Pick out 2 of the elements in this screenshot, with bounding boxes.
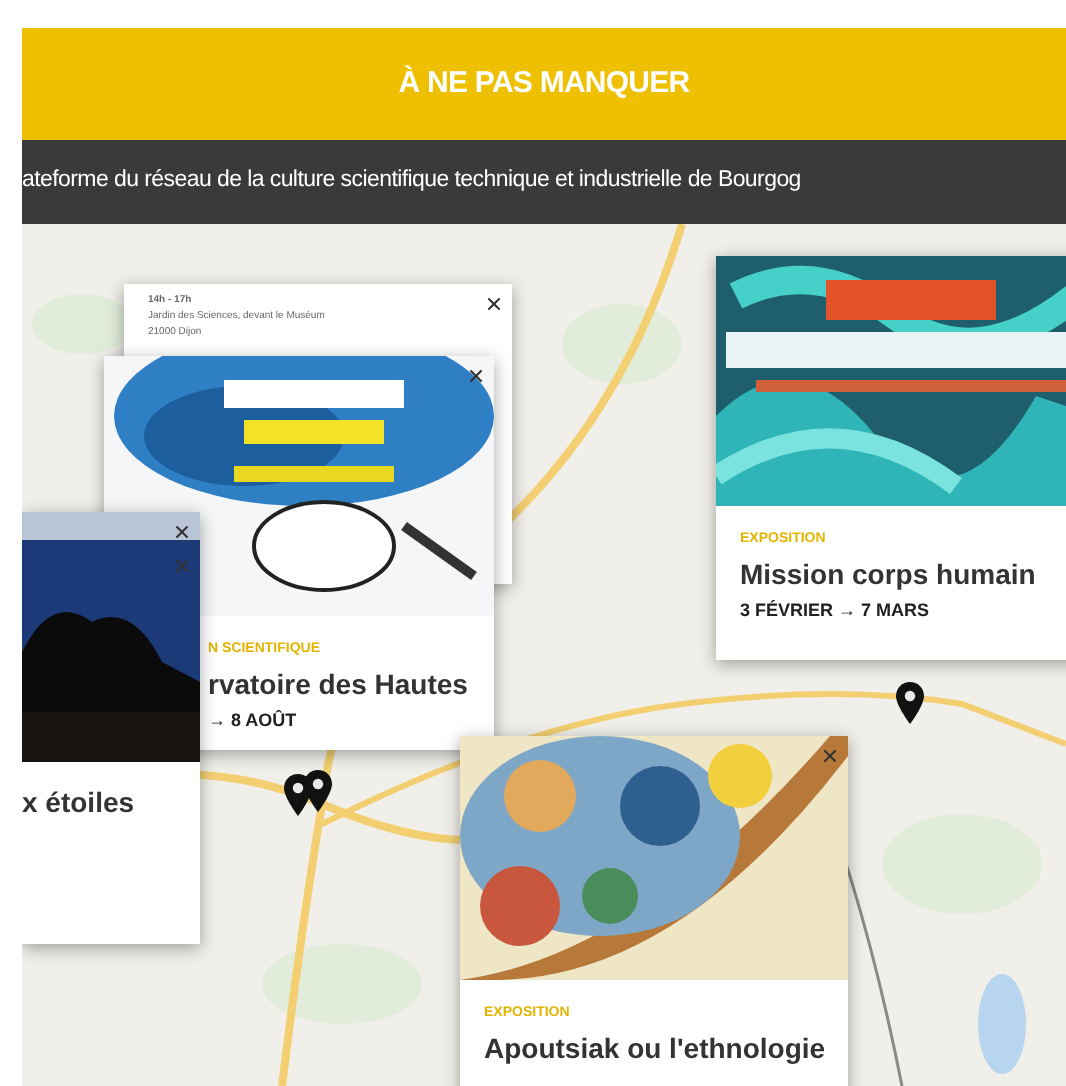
tagline: ateforme du réseau de la culture scientifique technique et industrielle de Bourgog: [22, 166, 801, 197]
banner-title: À NE PAS MANQUER: [398, 63, 690, 104]
